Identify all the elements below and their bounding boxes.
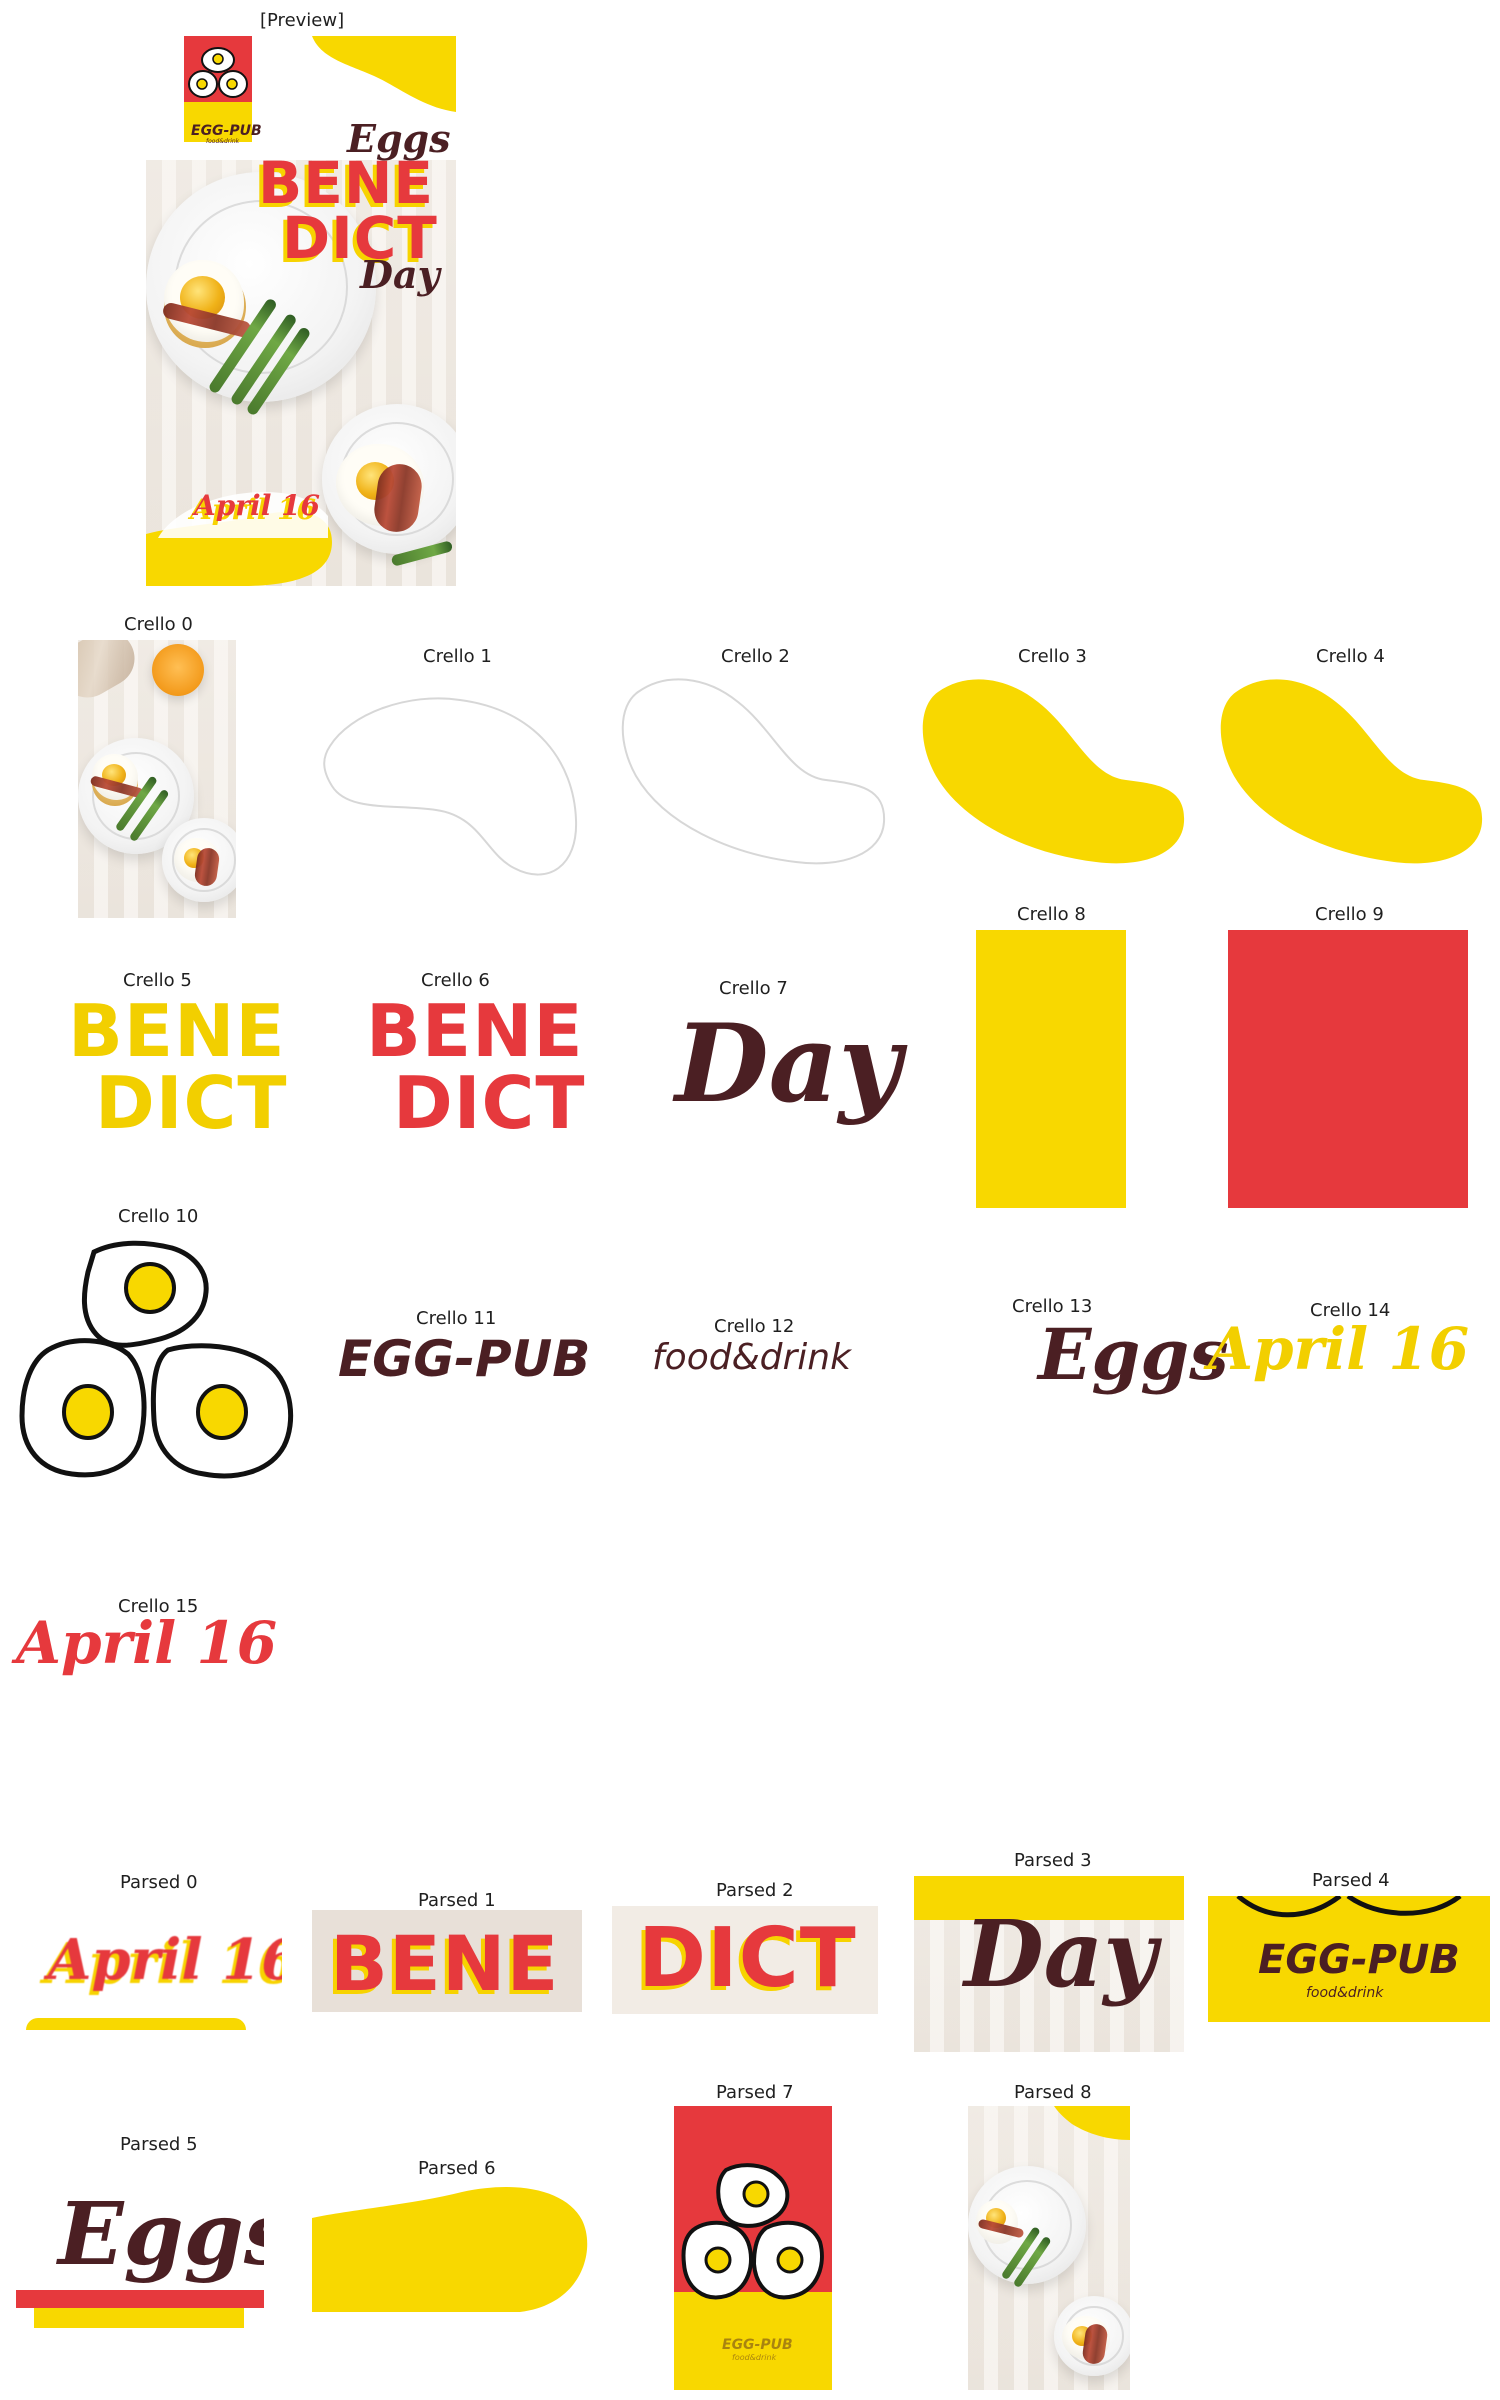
poster-eggs-icon <box>188 47 248 98</box>
crello-12-food-drink: food&drink <box>652 1337 851 1378</box>
parsed-4-food-drink: food&drink <box>1306 1985 1384 2001</box>
parsed-8-tile <box>968 2106 1130 2390</box>
poster-food-drink-label: food&drink <box>206 138 240 145</box>
crello-2-caption: Crello 2 <box>721 646 790 667</box>
parsed-5-tile: Eggs <box>16 2170 264 2338</box>
poster-title-bene: BENE <box>258 149 434 217</box>
crello-6-bene: BENE <box>366 989 584 1073</box>
parsed-2-dict: DICT <box>638 1911 857 2006</box>
parsed-5-caption: Parsed 5 <box>120 2134 198 2155</box>
parsed-3-day: Day <box>964 1900 1157 2008</box>
crello-3-yellow-shape <box>922 679 1185 864</box>
crello-1-caption: Crello 1 <box>423 646 492 667</box>
crello-5-dict: DICT <box>95 1061 288 1145</box>
parsed-8-caption: Parsed 8 <box>1014 2082 1092 2103</box>
crello-5-caption: Crello 5 <box>123 970 192 991</box>
poster-april-16: April 16 <box>194 489 321 522</box>
crello-13-eggs: Eggs <box>1038 1313 1229 1396</box>
parsed-1-tile: BENE <box>312 1910 582 2012</box>
parsed-0-tile: April 16 <box>16 1914 282 2030</box>
parsed-4-caption: Parsed 4 <box>1312 1870 1390 1891</box>
crello-10-eggs-illustration <box>19 1240 294 1479</box>
parsed-7-eggs-illustration <box>681 2163 824 2300</box>
crello-8-yellow-rectangle <box>976 930 1126 1208</box>
parsed-6-yellow-shape <box>312 2187 588 2312</box>
crello-9-caption: Crello 9 <box>1315 904 1384 925</box>
parsed-1-bene: BENE <box>330 1919 560 2008</box>
parsed-5-yellow-strip <box>34 2308 244 2328</box>
crello-4-yellow-shape <box>1220 679 1483 864</box>
parsed-7-caption: Parsed 7 <box>716 2082 794 2103</box>
parsed-4-egg-outline-top <box>1236 1896 1462 1918</box>
crello-14-april-16: April 16 <box>1208 1315 1470 1383</box>
parsed-7-food-drink-faint: food&drink <box>732 2353 777 2362</box>
crello-11-caption: Crello 11 <box>416 1308 497 1329</box>
crello-3-caption: Crello 3 <box>1018 646 1087 667</box>
thumbnail-sheet: [Preview] EGG-PUB food&drink Eggs BENE D… <box>0 0 1500 2400</box>
parsed-4-tile: EGG-PUB food&drink <box>1208 1896 1490 2022</box>
parsed-4-egg-pub: EGG-PUB <box>1258 1937 1460 1983</box>
crello-5-bene: BENE <box>68 989 286 1073</box>
crello-2-outline-shape <box>621 678 886 865</box>
parsed-5-red-strip <box>16 2290 264 2308</box>
crello-0-image <box>78 640 236 918</box>
poster-egg-pub-label: EGG-PUB <box>191 123 262 139</box>
parsed-3-tile: Day <box>914 1876 1184 2052</box>
parsed-5-eggs: Eggs <box>58 2184 264 2285</box>
crello-8-caption: Crello 8 <box>1017 904 1086 925</box>
poster-yellow-top-shape <box>312 36 456 112</box>
parsed-0-april-16: April 16 <box>48 1927 282 1993</box>
crello-10-caption: Crello 10 <box>118 1206 199 1227</box>
parsed-2-tile: DICT <box>612 1906 878 2014</box>
preview-caption: [Preview] <box>260 10 345 31</box>
parsed-0-yellow-strip <box>26 2018 246 2030</box>
preview-poster: EGG-PUB food&drink Eggs BENE DICT Day Ap… <box>146 36 456 586</box>
crello-0-glass <box>152 644 204 696</box>
crello-15-april-16: April 16 <box>16 1609 278 1677</box>
crello-7-day: Day <box>675 1001 902 1127</box>
crello-12-caption: Crello 12 <box>714 1316 795 1337</box>
crello-6-dict: DICT <box>393 1061 586 1145</box>
parsed-8-yellow-top-shape <box>1054 2106 1130 2140</box>
crello-6-caption: Crello 6 <box>421 970 490 991</box>
crello-4-caption: Crello 4 <box>1316 646 1385 667</box>
crello-7-caption: Crello 7 <box>719 978 788 999</box>
crello-0-cloth <box>78 640 145 708</box>
crello-9-red-rectangle <box>1228 930 1468 1208</box>
crello-11-egg-pub: EGG-PUB <box>338 1330 591 1388</box>
parsed-7-egg-pub-faint: EGG-PUB <box>722 2337 793 2353</box>
parsed-0-caption: Parsed 0 <box>120 1872 198 1893</box>
poster-day-word: Day <box>360 252 440 297</box>
parsed-2-caption: Parsed 2 <box>716 1880 794 1901</box>
parsed-3-caption: Parsed 3 <box>1014 1850 1092 1871</box>
crello-0-caption: Crello 0 <box>124 614 193 635</box>
parsed-1-caption: Parsed 1 <box>418 1890 496 1911</box>
parsed-6-caption: Parsed 6 <box>418 2158 496 2179</box>
crello-1-outline-shape <box>323 697 578 876</box>
parsed-7-tile: EGG-PUB food&drink <box>674 2106 832 2390</box>
